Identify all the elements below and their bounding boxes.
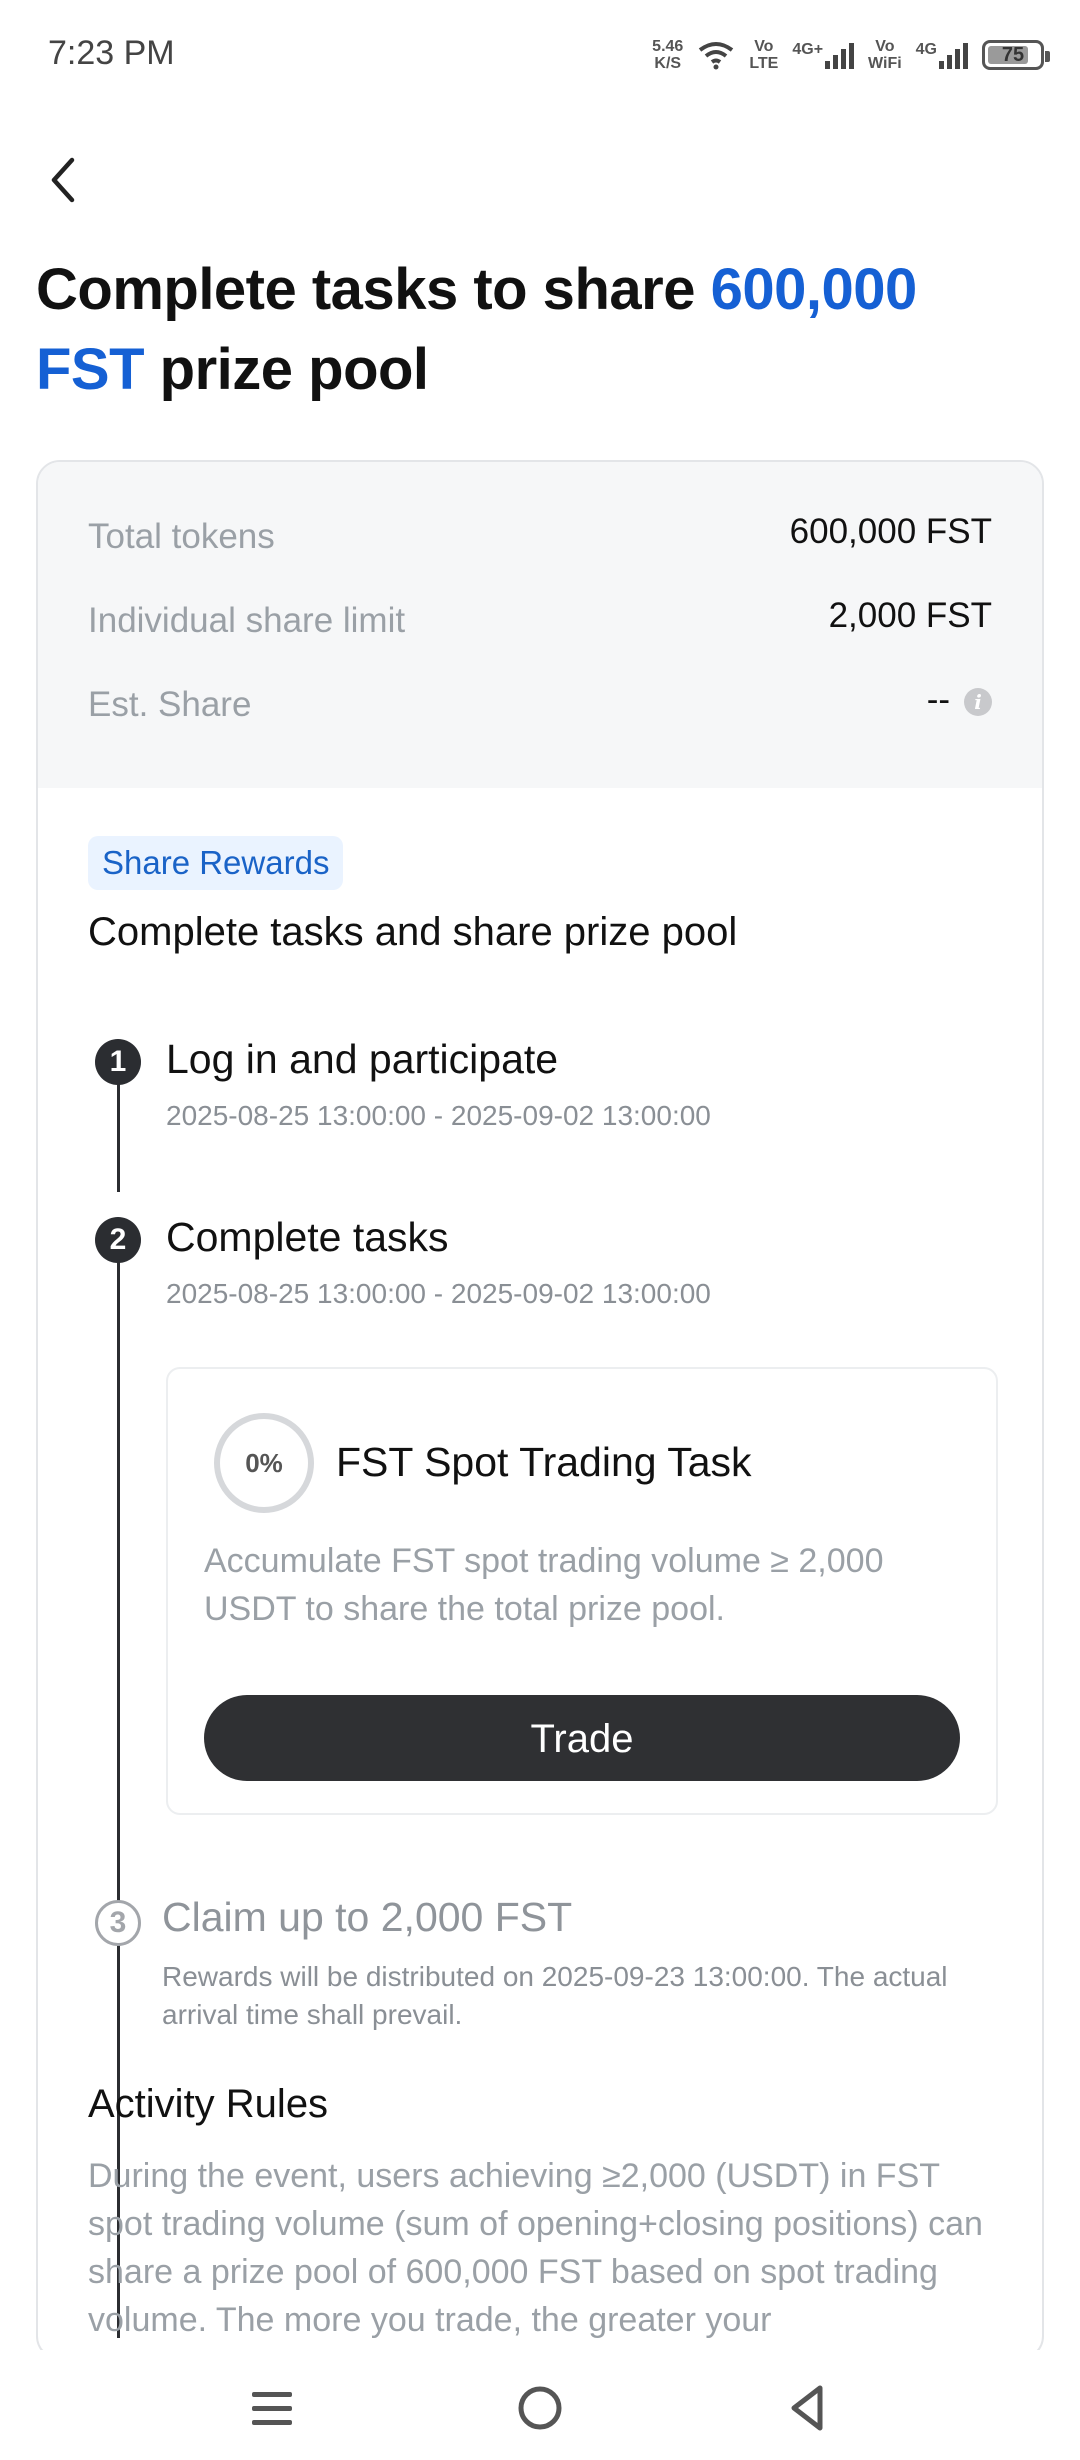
summary-row-share-limit: Individual share limit 2,000 FST [88, 596, 992, 661]
volte-top: Vo [754, 38, 774, 55]
summary-value: 600,000 FST [789, 512, 992, 551]
step-number-2: 2 [95, 1217, 141, 1263]
summary-value: -- [926, 680, 950, 719]
network-speed-value: 5.46 [652, 38, 684, 55]
signal-2: 4G [916, 41, 968, 69]
activity-rules-text: During the event, users achieving ≥2,000… [88, 2157, 983, 2339]
summary-panel: Total tokens 600,000 FST Individual shar… [38, 462, 1042, 788]
network-type-1: 4G+ [792, 41, 824, 58]
signal-bars-icon [939, 41, 968, 69]
step-description-3: Rewards will be distributed on 2025-09-2… [162, 1961, 948, 2030]
info-icon[interactable]: i [964, 687, 992, 716]
prize-pool-card: Total tokens 600,000 FST Individual shar… [36, 460, 1044, 2360]
activity-rules-title: Activity Rules [88, 2082, 329, 2126]
volte-bottom: LTE [749, 55, 779, 72]
summary-label: Est. Share [88, 685, 252, 724]
est-share-value-wrap: -- i [927, 680, 992, 720]
status-time: 7:23 PM [48, 34, 175, 72]
page-title: Complete tasks to share 600,000 FST priz… [36, 250, 1036, 410]
system-nav-bar [0, 2350, 1080, 2460]
step-number-1: 1 [95, 1039, 141, 1085]
task-title: FST Spot Trading Task [336, 1439, 752, 1485]
menu-icon[interactable] [244, 2380, 300, 2436]
share-rewards-badge: Share Rewards [88, 836, 344, 890]
wifi-icon [699, 42, 734, 70]
step-date-2: 2025-08-25 13:00:00 - 2025-09-02 13:00:0… [166, 1278, 711, 1309]
step-title-2: Complete tasks [166, 1214, 449, 1260]
network-speed: 5.46 K/S [652, 38, 683, 72]
summary-row-total-tokens: Total tokens 600,000 FST [88, 512, 992, 577]
network-speed-unit: K/S [654, 55, 682, 72]
status-bar: 7:23 PM 5.46 K/S Vo LTE 4G+ Vo WiFi 4G 7… [0, 0, 1080, 110]
step-number-3: 3 [95, 1900, 141, 1946]
vowifi-indicator: Vo WiFi [868, 38, 902, 72]
task-description: Accumulate FST spot trading volume ≥ 2,0… [204, 1542, 884, 1628]
title-text-1: Complete tasks to share [36, 257, 711, 322]
spot-trading-task-card: 0% FST Spot Trading Task Accumulate FST … [166, 1367, 998, 1815]
summary-label: Individual share limit [88, 601, 406, 640]
home-icon[interactable] [512, 2380, 568, 2436]
step-title-3: Claim up to 2,000 FST [162, 1894, 573, 1940]
status-icons: 5.46 K/S Vo LTE 4G+ Vo WiFi 4G 75 [652, 30, 1050, 80]
title-text-2: prize pool [144, 337, 429, 402]
back-arrow-icon[interactable] [40, 150, 90, 210]
step-title-1: Log in and participate [166, 1036, 559, 1082]
network-type-2: 4G [915, 41, 937, 58]
progress-ring: 0% [214, 1413, 314, 1513]
summary-row-est-share: Est. Share -- i [88, 680, 992, 745]
trade-button[interactable]: Trade [204, 1695, 960, 1781]
step-date-1: 2025-08-25 13:00:00 - 2025-09-02 13:00:0… [166, 1100, 711, 1131]
summary-label: Total tokens [88, 517, 275, 556]
signal-1: 4G+ [792, 41, 855, 69]
signal-bars-icon [825, 41, 855, 69]
battery-icon: 75 [982, 40, 1050, 70]
vowifi-bottom: WiFi [868, 55, 902, 72]
vowifi-top: Vo [875, 38, 895, 55]
summary-value: 2,000 FST [828, 596, 992, 635]
battery-level: 75 [1001, 43, 1025, 66]
rewards-subheading: Complete tasks and share prize pool [88, 910, 738, 954]
volte-indicator: Vo LTE [749, 38, 778, 72]
back-icon[interactable] [780, 2380, 836, 2436]
